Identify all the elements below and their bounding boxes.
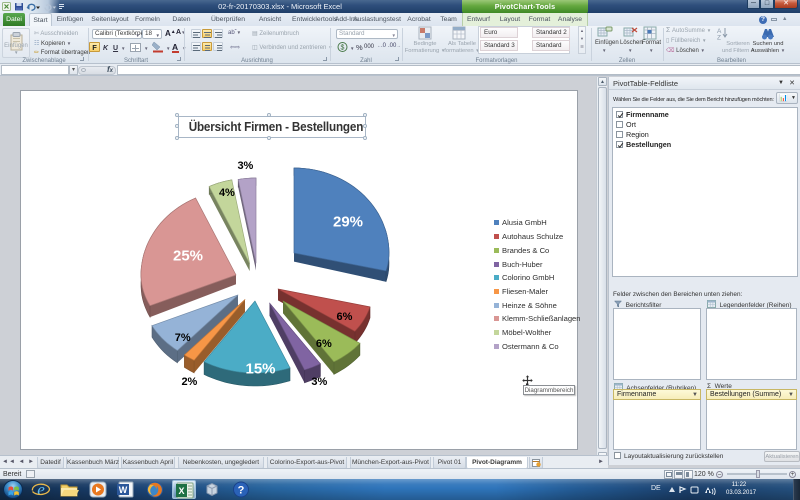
- svg-text:?: ?: [238, 485, 245, 497]
- svg-text:X: X: [178, 486, 184, 496]
- svg-text:Z: Z: [717, 35, 721, 41]
- svg-text:e: e: [37, 480, 45, 499]
- svg-text:W: W: [119, 485, 128, 495]
- svg-text:$: $: [341, 45, 345, 52]
